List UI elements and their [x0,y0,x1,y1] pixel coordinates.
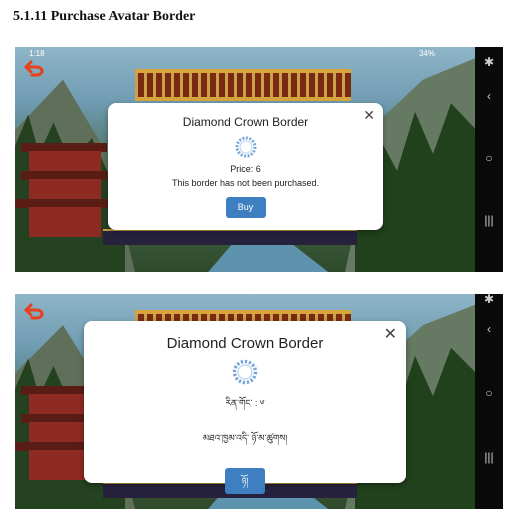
close-icon[interactable]: ✕ [384,324,397,344]
back-arrow-icon[interactable] [23,302,45,320]
buy-button[interactable]: ཉོ། [225,468,265,494]
purchase-dialog: ✕ Diamond Crown Border རིན་གོང་ : ༦ མཐའ་… [84,321,406,494]
android-nav-bar: ✱ ‹ ○ ||| [475,294,503,509]
battery-level: 34% [418,49,435,58]
nav-home-icon[interactable]: ○ [475,386,503,400]
accessibility-icon[interactable]: ✱ [475,294,503,306]
screenshot-english: 1:18 34% ✕ Diamond Crown Border Price: 6… [15,47,503,272]
game-background: 1:18 34% ✕ Diamond Crown Border Price: 6… [15,47,475,272]
diamond-crown-border-icon [232,359,258,385]
nav-back-icon[interactable]: ‹ [475,89,503,103]
game-background: ✕ Diamond Crown Border རིན་གོང་ : ༦ མཐའ་… [15,294,475,509]
accessibility-icon[interactable]: ✱ [475,55,503,69]
buy-button[interactable]: Buy [225,197,266,218]
back-arrow-icon[interactable] [23,59,45,77]
section-heading: 5.1.11 Purchase Avatar Border [13,9,196,24]
screenshot-dzongkha: ✕ Diamond Crown Border རིན་གོང་ : ༦ མཐའ་… [15,294,503,509]
price-label: Price: 6 [230,164,261,174]
android-nav-bar: ✱ ‹ ○ ||| [475,47,503,272]
nav-recents-icon[interactable]: ||| [475,450,503,464]
purchase-status: མཐའ་ཁྱམ་འདི་ ཉོ་མ་ཚུགས། [202,433,288,443]
purchase-dialog: ✕ Diamond Crown Border Price: 6 This bor… [108,103,383,230]
nav-home-icon[interactable]: ○ [475,151,503,165]
status-bar: 1:18 34% [15,47,447,61]
purchase-status: This border has not been purchased. [171,178,320,188]
dialog-title: Diamond Crown Border [182,115,309,129]
status-time: 1:18 [29,49,45,58]
close-icon[interactable]: ✕ [363,107,375,124]
nav-back-icon[interactable]: ‹ [475,322,503,336]
diamond-crown-border-icon [235,136,256,158]
nav-recents-icon[interactable]: ||| [475,213,503,227]
price-label: རིན་གོང་ : ༦ [225,398,265,408]
dialog-title: Diamond Crown Border [166,335,324,352]
